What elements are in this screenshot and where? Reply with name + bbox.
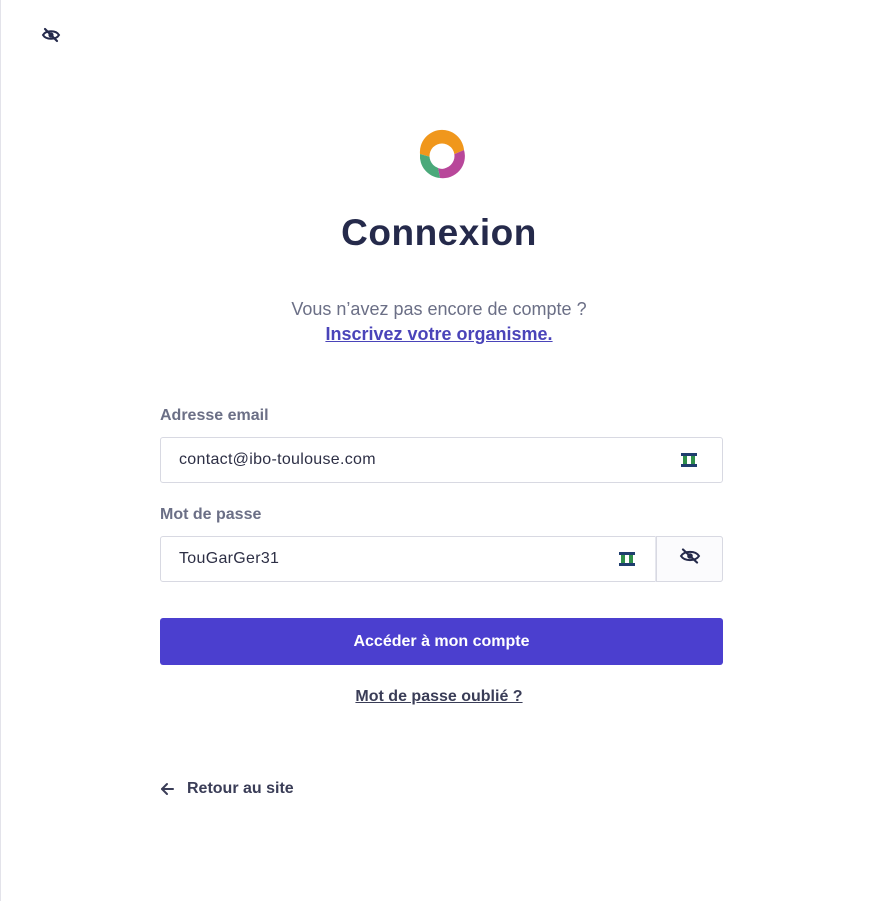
signup-link-label[interactable]: Inscrivez votre organisme. (325, 324, 552, 344)
email-field[interactable] (161, 438, 680, 482)
signup-prompt: Vous n’avez pas encore de compte ? (291, 299, 587, 319)
password-field[interactable] (161, 537, 618, 581)
eye-slash-icon[interactable] (41, 26, 61, 44)
arrow-left-icon (160, 782, 174, 796)
email-field-wrapper (160, 437, 723, 483)
forgot-password-label[interactable]: Mot de passe oublié ? (355, 688, 522, 705)
back-to-site-link[interactable]: Retour au site (160, 780, 294, 798)
signup-link[interactable]: Inscrivez votre organisme. (1, 324, 876, 345)
toggle-password-visibility-button[interactable] (656, 535, 723, 582)
password-field-wrapper (160, 535, 723, 582)
password-label: Mot de passe (160, 506, 262, 523)
brand-logo (414, 128, 470, 184)
back-to-site-label[interactable]: Retour au site (187, 780, 294, 798)
password-manager-icon[interactable] (680, 452, 698, 468)
eye-slash-icon (679, 548, 701, 569)
forgot-password-link[interactable]: Mot de passe oublié ? (1, 688, 876, 706)
password-manager-icon[interactable] (618, 551, 636, 567)
page-title: Connexion (341, 212, 537, 253)
email-label: Adresse email (160, 407, 269, 424)
login-submit-button[interactable]: Accéder à mon compte (160, 618, 723, 665)
